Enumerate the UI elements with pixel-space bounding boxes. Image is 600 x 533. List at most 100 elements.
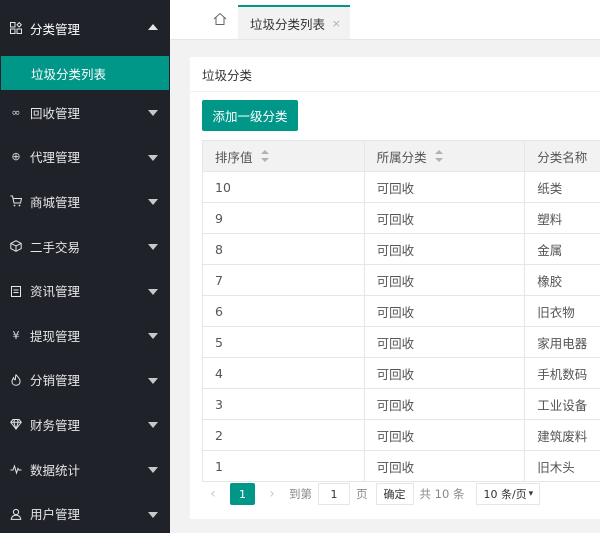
sidebar-item-users[interactable]: 用户管理 <box>0 491 170 533</box>
category-name-cell: 金属 <box>537 242 563 258</box>
table-row[interactable]: 6 可回收 旧衣物 <box>203 296 600 327</box>
sidebar-item-label: 用户管理 <box>30 507 81 523</box>
column-header-sort[interactable]: 排序值 <box>203 141 365 171</box>
category-name-cell: 建筑废料 <box>537 428 588 444</box>
category-name-cell: 手机数码 <box>537 366 588 382</box>
sidebar-item-label: 二手交易 <box>30 239 81 255</box>
confirm-button[interactable]: 确定 <box>375 483 414 505</box>
sidebar-item-label: 分类管理 <box>30 21 81 37</box>
sidebar-item-agent[interactable]: ⊕ 代理管理 <box>0 135 170 180</box>
table-row[interactable]: 1 可回收 旧木头 <box>203 451 600 482</box>
table-row[interactable]: 8 可回收 金属 <box>203 234 600 265</box>
category-name-cell: 旧木头 <box>537 459 575 475</box>
sort-value-cell: 7 <box>203 265 365 295</box>
goto-label: 到第 <box>289 487 312 501</box>
home-icon <box>213 12 227 29</box>
card-title: 垃圾分类 <box>190 57 600 92</box>
chevron-down-icon <box>148 244 158 251</box>
table-row[interactable]: 9 可回收 塑料 <box>203 203 600 234</box>
sidebar: 分类管理 垃圾分类列表 ∞ 回收管理 ⊕ 代理管理 商城管理 二手交易 资讯管理… <box>0 0 170 533</box>
sort-value-cell: 8 <box>203 234 365 264</box>
category-name-cell: 橡胶 <box>537 273 563 289</box>
chevron-down-icon <box>148 288 158 295</box>
news-icon <box>10 285 22 297</box>
category-name-cell: 工业设备 <box>537 397 588 413</box>
next-page-button[interactable]: › <box>261 483 283 505</box>
table-row[interactable]: 5 可回收 家用电器 <box>203 327 600 358</box>
sidebar-item-label: 资讯管理 <box>30 284 81 300</box>
sidebar-item-recycle[interactable]: ∞ 回收管理 <box>0 90 170 135</box>
table-row[interactable]: 4 可回收 手机数码 <box>203 358 600 389</box>
chevron-down-icon <box>148 199 158 206</box>
sidebar-item-secondhand[interactable]: 二手交易 <box>0 224 170 269</box>
table-header: 排序值 所属分类 分类名称 <box>203 141 600 172</box>
sidebar-item-news[interactable]: 资讯管理 <box>0 268 170 313</box>
parent-category-cell: 可回收 <box>365 203 526 233</box>
sort-value-cell: 3 <box>203 389 365 419</box>
content-card: 垃圾分类 添加一级分类 排序值 所属分类 分类名称 10 可回收 纸类 9 可回收 塑料 8… <box>190 57 600 519</box>
chevron-down-icon <box>148 110 158 117</box>
table-row[interactable]: 10 可回收 纸类 <box>203 172 600 203</box>
chevron-up-icon <box>148 24 158 30</box>
sidebar-item-statistics[interactable]: 数据统计 <box>0 447 170 492</box>
sidebar-item-shop[interactable]: 商城管理 <box>0 179 170 224</box>
parent-category-cell: 可回收 <box>365 420 526 450</box>
parent-category-cell: 可回收 <box>365 265 526 295</box>
sort-icon[interactable] <box>434 150 443 162</box>
sort-value-cell: 4 <box>203 358 365 388</box>
sidebar-item-category[interactable]: 分类管理 <box>0 0 170 56</box>
chevron-down-icon <box>148 422 158 429</box>
chevron-down-icon <box>148 467 158 474</box>
home-tab[interactable] <box>208 8 232 32</box>
parent-category-cell: 可回收 <box>365 451 526 481</box>
sort-value-cell: 6 <box>203 296 365 326</box>
category-icon <box>10 22 22 34</box>
sort-value-cell: 1 <box>203 451 365 481</box>
page-number-current[interactable]: 1 <box>230 483 255 505</box>
pagination: ‹ 1 › 到第 页 确定 共 10 条 10 条/页 ▾ <box>202 482 541 506</box>
user-icon <box>10 508 22 520</box>
column-header-parent[interactable]: 所属分类 <box>365 141 526 171</box>
sidebar-subitem-garbage-list[interactable]: 垃圾分类列表 <box>1 56 169 90</box>
category-name-cell: 家用电器 <box>537 335 588 351</box>
table-row[interactable]: 3 可回收 工业设备 <box>203 389 600 420</box>
add-category-button[interactable]: 添加一级分类 <box>202 100 298 131</box>
page-size-select[interactable]: 10 条/页 ▾ <box>476 483 541 505</box>
sidebar-item-label: 分销管理 <box>30 373 81 389</box>
close-icon[interactable]: × <box>332 17 341 30</box>
category-table: 排序值 所属分类 分类名称 10 可回收 纸类 9 可回收 塑料 8 可回收 金属 7 可回收 橡胶 6… <box>202 140 600 482</box>
box-icon <box>10 240 22 252</box>
table-row[interactable]: 7 可回收 橡胶 <box>203 265 600 296</box>
goto-page-input[interactable] <box>318 483 350 505</box>
page-size-value: 10 条/页 <box>483 488 527 501</box>
chevron-down-icon: ▾ <box>528 489 534 499</box>
yen-icon: ¥ <box>12 328 20 342</box>
agent-icon: ⊕ <box>11 150 21 164</box>
parent-category-cell: 可回收 <box>365 389 526 419</box>
column-header-label: 分类名称 <box>537 149 588 165</box>
sidebar-item-withdraw[interactable]: ¥ 提现管理 <box>0 313 170 358</box>
chevron-down-icon <box>148 154 158 161</box>
page-label: 页 <box>356 487 368 501</box>
chevron-down-icon <box>148 377 158 384</box>
category-name-cell: 纸类 <box>537 180 563 196</box>
column-header-label: 排序值 <box>215 149 253 165</box>
parent-category-cell: 可回收 <box>365 327 526 357</box>
prev-page-button[interactable]: ‹ <box>202 483 224 505</box>
chevron-down-icon <box>148 511 158 518</box>
pulse-icon <box>10 463 22 475</box>
parent-category-cell: 可回收 <box>365 234 526 264</box>
recycle-icon: ∞ <box>11 105 21 119</box>
cart-icon <box>10 195 22 207</box>
table-row[interactable]: 2 可回收 建筑废料 <box>203 420 600 451</box>
sidebar-item-finance[interactable]: 财务管理 <box>0 402 170 447</box>
sidebar-item-distribution[interactable]: 分销管理 <box>0 358 170 403</box>
sort-icon[interactable] <box>260 150 269 162</box>
column-header-name: 分类名称 <box>525 141 600 171</box>
tab-label: 垃圾分类列表 <box>250 16 326 32</box>
sidebar-item-label: 提现管理 <box>30 328 81 344</box>
tab-garbage-list[interactable]: 垃圾分类列表 × <box>238 5 350 39</box>
table-body: 10 可回收 纸类 9 可回收 塑料 8 可回收 金属 7 可回收 橡胶 6 可回收 旧衣物 5 可回收 家用电器… <box>203 172 600 482</box>
column-header-label: 所属分类 <box>376 149 427 165</box>
tab-bar: 垃圾分类列表 × <box>170 0 600 40</box>
